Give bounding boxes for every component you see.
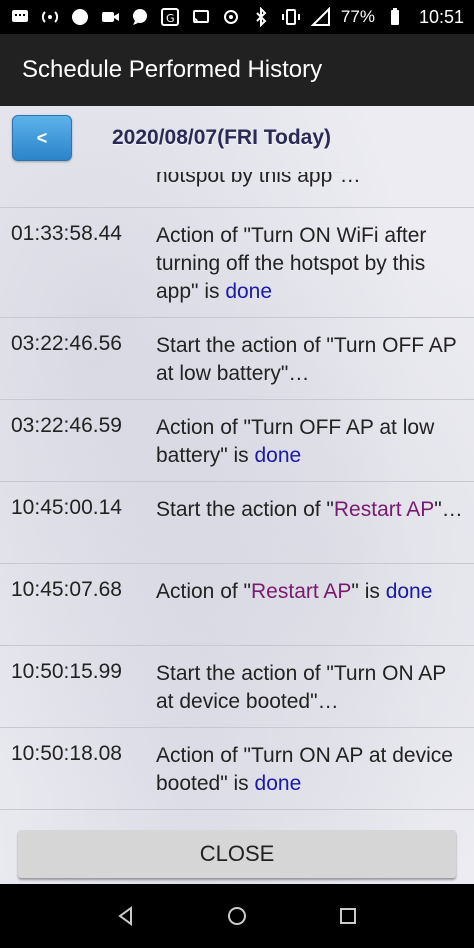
bluetooth-icon [251, 7, 271, 27]
nav-bar [0, 884, 474, 948]
battery-percent: 77% [340, 7, 375, 26]
recents-icon[interactable] [334, 902, 362, 930]
history-description: Action of "Turn OFF AP at low battery" i… [156, 414, 466, 470]
history-description: Start the action of "Restart AP"… [156, 496, 466, 524]
history-time: 10:50:15.99 [11, 660, 122, 683]
description-text: Start the action of "Turn OFF AP at low … [156, 334, 457, 385]
notification-icon [10, 7, 30, 27]
description-text: Start the action of " [156, 498, 334, 521]
history-time: 03:22:46.59 [11, 414, 122, 437]
description-text: Start the action of "Turn ON AP at devic… [156, 662, 446, 713]
description-text: "… [434, 498, 463, 521]
description-text: Action of " [156, 580, 252, 603]
content-area: < 2020/08/07(FRI Today) hotspot by this … [0, 106, 474, 884]
history-row: 03:22:46.59 Action of "Turn OFF AP at low… [0, 400, 474, 482]
history-description: Action of "Restart AP" is done [156, 578, 466, 606]
history-time: 03:22:46.56 [11, 332, 122, 355]
camera-icon [100, 7, 120, 27]
back-icon[interactable] [112, 902, 140, 930]
svg-text:G: G [166, 12, 175, 25]
hotspot-icon [221, 7, 241, 27]
history-row: 10:50:15.99 Start the action of "Turn ON … [0, 646, 474, 728]
done-status: done [385, 580, 433, 603]
vibrate-icon [281, 7, 301, 27]
description-text: hotspot by this app"… [156, 172, 361, 187]
back-button[interactable]: < [12, 115, 72, 161]
close-button[interactable]: CLOSE [18, 830, 456, 878]
status-bar-right: 77% 10:51 [191, 7, 464, 28]
home-icon[interactable] [223, 902, 251, 930]
history-time: 10:45:07.68 [11, 578, 122, 601]
history-description: hotspot by this app"… [156, 172, 466, 190]
history-description: Start the action of "Turn ON AP at devic… [156, 660, 466, 716]
status-bar-left: G [10, 7, 180, 27]
done-status: done [225, 280, 273, 303]
hotspot-icon [40, 7, 60, 27]
status-time: 10:51 [418, 6, 464, 27]
history-row: 03:22:46.56 Start the action of "Turn OFF… [0, 318, 474, 400]
history-description: Action of "Turn ON AP at device booted" … [156, 742, 466, 798]
history-row: 10:45:07.68 Action of "Restart AP" is don… [0, 564, 474, 646]
history-time: 10:50:18.08 [11, 742, 122, 765]
cast-icon [191, 7, 211, 27]
signal-icon [310, 7, 331, 27]
history-row: hotspot by this app"… [0, 172, 474, 208]
restart-ap-label: Restart AP [333, 498, 435, 521]
history-description: Start the action of "Turn OFF AP at low … [156, 332, 466, 388]
date-bar: < 2020/08/07(FRI Today) [0, 106, 474, 172]
history-row: 01:33:58.44 Action of "Turn ON WiFi after… [0, 208, 474, 318]
description-text: Action of "Turn ON WiFi after turning of… [156, 224, 427, 303]
app-bar: Schedule Performed History [0, 34, 474, 106]
history-row: 10:50:18.08 Action of "Turn ON AP at devi… [0, 728, 474, 810]
translate-icon: G [160, 7, 180, 27]
restart-ap-label: Restart AP [251, 580, 352, 603]
page-title: Schedule Performed History [22, 56, 323, 83]
history-time: 01:33:58.44 [11, 222, 122, 245]
date-title: 2020/08/07(FRI Today) [112, 126, 332, 149]
done-status: done [254, 444, 302, 467]
description-text: " is [351, 580, 386, 603]
description-text: Action of "Turn ON AP at device booted" … [156, 744, 453, 795]
history-description: Action of "Turn ON WiFi after turning of… [156, 222, 466, 306]
history-list[interactable]: hotspot by this app"… 01:33:58.44 Action o… [0, 172, 474, 814]
history-time: 10:45:00.14 [11, 496, 122, 519]
circle-icon [70, 7, 90, 27]
done-status: done [254, 772, 302, 795]
status-bar: G 77% 10:51 [0, 0, 474, 34]
history-row: 10:45:00.14 Start the action of "Restart … [0, 482, 474, 564]
battery-icon [385, 7, 405, 27]
chat-icon [130, 7, 150, 27]
